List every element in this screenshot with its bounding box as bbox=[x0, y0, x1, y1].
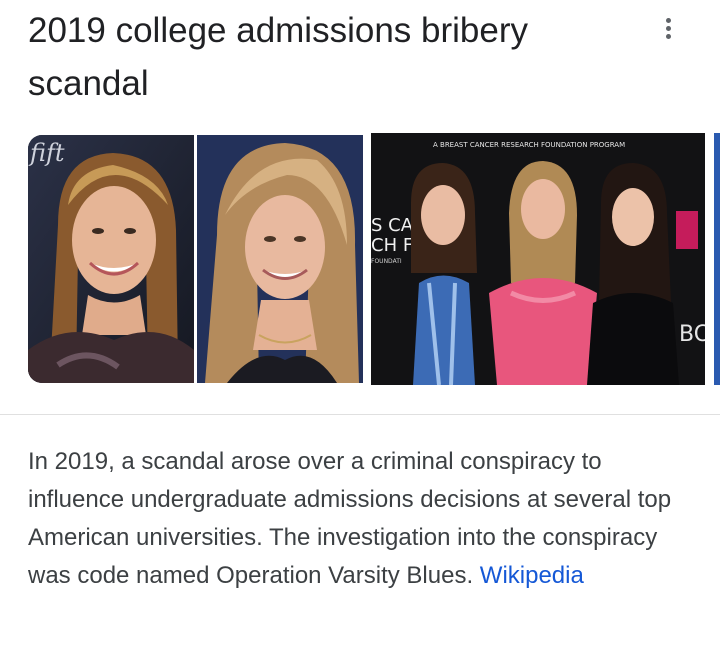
wikipedia-link[interactable]: Wikipedia bbox=[480, 562, 584, 589]
image-thumbnail[interactable]: fift bbox=[28, 135, 194, 383]
image-thumbnail[interactable]: A BREAST CANCER RESEARCH FOUNDATION PROG… bbox=[371, 133, 705, 385]
image-thumbnail[interactable] bbox=[714, 133, 720, 385]
caption-text: fift bbox=[28, 139, 65, 167]
sign-text: FOUNDATI bbox=[371, 258, 402, 265]
sign-text: BC bbox=[679, 322, 705, 347]
divider bbox=[0, 414, 720, 415]
description: In 2019, a scandal arose over a criminal… bbox=[28, 443, 698, 595]
image-carousel[interactable]: fift A BREAST CANCER RESEARCH FOUNDATION… bbox=[28, 133, 720, 385]
banner-text: A BREAST CANCER RESEARCH FOUNDATION PROG… bbox=[433, 141, 625, 149]
more-options-icon[interactable] bbox=[652, 12, 684, 44]
image-thumbnail[interactable] bbox=[197, 135, 363, 383]
page-title: 2019 college admissions bribery scandal bbox=[28, 11, 528, 103]
